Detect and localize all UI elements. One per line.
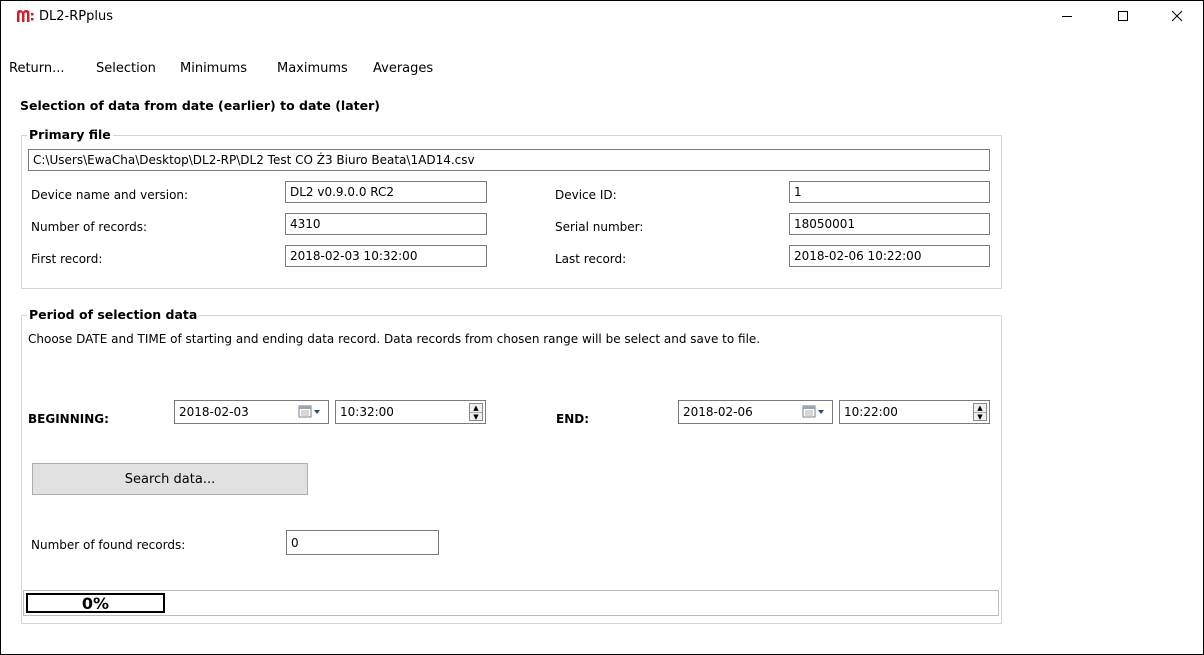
end-date-picker[interactable]: 2018-02-06 xyxy=(678,400,833,424)
menu-item-minimums[interactable]: Minimums xyxy=(180,61,247,76)
progress-bar: 0% xyxy=(23,590,999,616)
maximize-button[interactable] xyxy=(1100,1,1146,31)
beginning-time-spinner[interactable]: 10:32:00 ▲ ▼ xyxy=(335,400,486,424)
menu-item-return[interactable]: Return... xyxy=(9,61,65,76)
menu-item-averages[interactable]: Averages xyxy=(373,61,433,76)
serial-number-field[interactable]: 18050001 xyxy=(789,213,990,235)
first-record-field[interactable]: 2018-02-03 10:32:00 xyxy=(285,245,487,267)
calendar-dropdown-icon[interactable] xyxy=(801,404,829,420)
time-spin-control[interactable]: ▲ ▼ xyxy=(469,403,483,421)
page-title: Selection of data from date (earlier) to… xyxy=(20,98,380,113)
last-record-field[interactable]: 2018-02-06 10:22:00 xyxy=(789,245,990,267)
calendar-dropdown-icon[interactable] xyxy=(297,404,325,420)
end-time-value: 10:22:00 xyxy=(844,405,898,419)
beginning-date-picker[interactable]: 2018-02-03 xyxy=(174,400,329,424)
end-label: END: xyxy=(556,412,589,426)
maximize-icon xyxy=(1118,11,1128,21)
serial-number-label: Serial number: xyxy=(555,220,644,234)
spin-down-icon[interactable]: ▼ xyxy=(974,413,986,421)
spin-up-icon[interactable]: ▲ xyxy=(470,404,482,413)
last-record-label: Last record: xyxy=(555,252,627,266)
spin-down-icon[interactable]: ▼ xyxy=(470,413,482,421)
found-records-label: Number of found records: xyxy=(31,538,186,552)
first-record-label: First record: xyxy=(31,252,103,266)
beginning-label: BEGINNING: xyxy=(28,412,109,426)
menu-item-selection[interactable]: Selection xyxy=(96,61,156,76)
menu-item-maximums[interactable]: Maximums xyxy=(277,61,348,76)
num-records-label: Number of records: xyxy=(31,220,148,234)
menu-bar: Return... Selection Minimums Maximums Av… xyxy=(1,61,1203,83)
device-id-field[interactable]: 1 xyxy=(789,181,990,203)
period-description: Choose DATE and TIME of starting and end… xyxy=(28,332,761,346)
minimize-icon xyxy=(1062,16,1072,17)
search-data-button[interactable]: Search data... xyxy=(32,463,308,495)
end-date-value: 2018-02-06 xyxy=(683,405,753,419)
found-records-field[interactable]: 0 xyxy=(286,530,439,555)
time-spin-control[interactable]: ▲ ▼ xyxy=(973,403,987,421)
title-bar: DL2-RPplus xyxy=(1,1,1203,31)
app-window: DL2-RPplus Return... Selection Minimums … xyxy=(0,0,1204,655)
beginning-time-value: 10:32:00 xyxy=(340,405,394,419)
beginning-date-value: 2018-02-03 xyxy=(179,405,249,419)
window-title: DL2-RPplus xyxy=(39,9,113,24)
primary-file-title: Primary file xyxy=(27,127,113,142)
period-selection-title: Period of selection data xyxy=(27,307,200,322)
num-records-field[interactable]: 4310 xyxy=(285,213,487,235)
close-button[interactable] xyxy=(1154,1,1200,31)
app-logo-icon xyxy=(17,10,34,22)
minimize-button[interactable] xyxy=(1044,1,1090,31)
device-name-field[interactable]: DL2 v0.9.0.0 RC2 xyxy=(285,181,487,203)
device-id-label: Device ID: xyxy=(555,188,617,202)
device-name-label: Device name and version: xyxy=(31,188,189,202)
close-icon xyxy=(1171,10,1183,22)
end-time-spinner[interactable]: 10:22:00 ▲ ▼ xyxy=(839,400,990,424)
spin-up-icon[interactable]: ▲ xyxy=(974,404,986,413)
file-path-field[interactable]: C:\Users\EwaCha\Desktop\DL2-RP\DL2 Test … xyxy=(28,149,990,171)
progress-percent: 0% xyxy=(26,593,165,613)
